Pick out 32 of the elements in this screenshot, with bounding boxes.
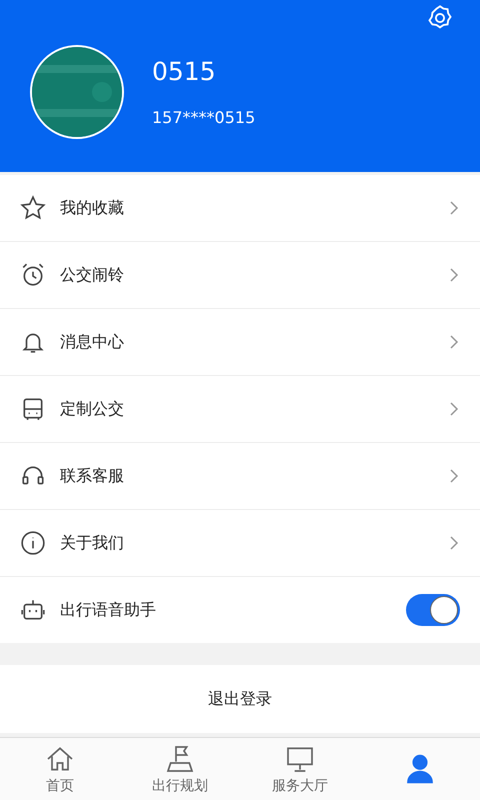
person-icon <box>404 753 436 785</box>
alarm-icon <box>20 262 46 288</box>
nav-tab[interactable]: 出行规划 <box>120 738 240 800</box>
menu-label: 消息中心 <box>60 332 125 352</box>
menu-item[interactable]: 出行语音助手 <box>0 577 480 643</box>
user-name: 0515 <box>152 57 217 86</box>
toggle-switch[interactable] <box>406 594 460 626</box>
menu-item[interactable]: 联系客服 <box>0 443 480 510</box>
menu-label: 定制公交 <box>60 398 125 420</box>
menu-item[interactable]: 消息中心 <box>0 309 480 376</box>
chevron-icon <box>448 535 460 551</box>
menu-item[interactable]: 我的收藏 <box>0 175 480 242</box>
menu-label: 关于我们 <box>60 532 125 554</box>
flag-icon <box>164 743 196 775</box>
chevron-icon <box>448 468 460 484</box>
menu-label: 联系客服 <box>60 466 125 486</box>
menu-label: 公交闹铃 <box>60 264 125 286</box>
phone-number: 157****0515 <box>152 108 256 127</box>
menu-item[interactable]: 公交闹铃 <box>0 242 480 309</box>
star-icon <box>20 195 46 221</box>
chevron-icon <box>448 401 460 417</box>
logout-button[interactable]: 退出登录 <box>0 665 480 733</box>
nav-tab[interactable]: 服务大厅 <box>240 738 360 800</box>
menu-item[interactable]: 定制公交 <box>0 376 480 443</box>
nav-tab[interactable]: 首页 <box>0 738 120 800</box>
chevron-icon <box>448 334 460 350</box>
menu-item[interactable]: 关于我们 <box>0 510 480 577</box>
info-icon <box>20 530 46 556</box>
menu-label: 出行语音助手 <box>60 600 157 620</box>
chevron-icon <box>448 200 460 216</box>
chevron-icon <box>448 267 460 283</box>
menu-label: 我的收藏 <box>60 198 125 218</box>
